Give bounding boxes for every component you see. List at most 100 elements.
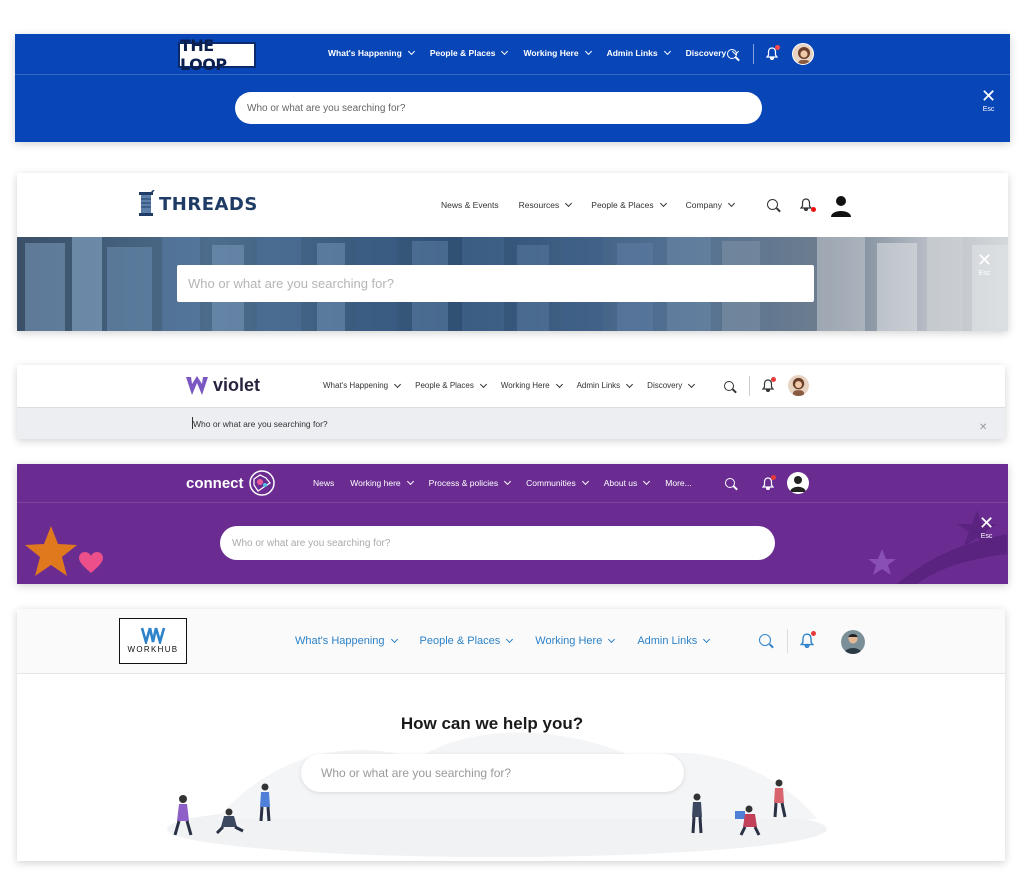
- workhub-nav: What's Happening People & Places Working…: [295, 635, 711, 647]
- chevron-down-icon: [390, 635, 398, 644]
- chevron-down-icon: [584, 47, 592, 56]
- chevron-down-icon: [565, 199, 573, 208]
- nav-item-admin-links[interactable]: Admin Links: [637, 635, 711, 647]
- search-icon[interactable]: [759, 634, 771, 646]
- chevron-down-icon: [479, 380, 487, 388]
- search-icon[interactable]: [725, 478, 735, 488]
- nav-item-working-here[interactable]: Working Here: [523, 47, 592, 58]
- close-icon: ✕: [977, 250, 993, 270]
- nav-item-news-events[interactable]: News & Events: [441, 200, 499, 210]
- close-button[interactable]: ✕ Esc: [981, 87, 996, 113]
- chevron-down-icon: [504, 477, 512, 486]
- nav-item-about-us[interactable]: About us: [604, 477, 651, 488]
- violet-search-bar[interactable]: [191, 414, 971, 434]
- chevron-down-icon: [663, 47, 671, 56]
- connect-logo[interactable]: connect: [186, 469, 276, 497]
- connect-logo-text: connect: [186, 474, 244, 492]
- nav-item-people-places[interactable]: People & Places: [415, 380, 487, 390]
- nav-item-discovery[interactable]: Discovery: [647, 380, 696, 390]
- search-input[interactable]: [220, 526, 752, 560]
- close-button[interactable]: ✕ Esc: [977, 251, 992, 277]
- spool-icon: [139, 190, 155, 216]
- chevron-down-icon: [501, 47, 509, 56]
- threads-logo-text: THREADS: [159, 193, 258, 215]
- chevron-down-icon: [643, 477, 651, 486]
- nav-item-whats-happening[interactable]: What's Happening: [323, 380, 402, 390]
- user-photo-icon: [841, 630, 865, 654]
- violet-logo-icon: [186, 375, 208, 395]
- loop-search-bar[interactable]: [235, 92, 762, 124]
- user-photo-icon: [792, 377, 805, 396]
- threads-nav: News & Events Resources People & Places …: [441, 199, 736, 210]
- nav-item-working-here[interactable]: Working Here: [535, 635, 616, 647]
- nav-item-people-places[interactable]: People & Places: [430, 47, 509, 58]
- notification-dot: [811, 631, 816, 636]
- nav-item-news[interactable]: News: [313, 478, 334, 488]
- search-input[interactable]: [191, 414, 953, 434]
- violet-logo-text: violet: [213, 375, 261, 395]
- search-icon[interactable]: [767, 199, 778, 210]
- nav-item-working-here[interactable]: Working here: [350, 477, 414, 488]
- search-input[interactable]: [235, 92, 737, 124]
- star-decoration-icon: [25, 526, 77, 576]
- nav-item-resources[interactable]: Resources: [519, 199, 573, 210]
- avatar[interactable]: [841, 630, 865, 654]
- chevron-down-icon: [555, 380, 563, 388]
- connect-nav: News Working here Process & policies Com…: [313, 477, 692, 488]
- nav-item-company[interactable]: Company: [686, 199, 736, 210]
- nav-item-people-places[interactable]: People & Places: [420, 635, 514, 647]
- nav-item-working-here[interactable]: Working Here: [501, 380, 563, 390]
- user-silhouette-icon: [788, 473, 808, 493]
- chevron-down-icon: [659, 199, 667, 208]
- notification-dot: [775, 45, 780, 50]
- nav-item-communities[interactable]: Communities: [526, 477, 589, 488]
- violet-logo[interactable]: violet: [186, 375, 260, 396]
- chevron-down-icon: [581, 477, 589, 486]
- text-cursor: [192, 417, 193, 429]
- workhub-logo-icon: [140, 627, 166, 644]
- threads-panel: THREADS News & Events Resources People &…: [17, 173, 1008, 331]
- nav-item-whats-happening[interactable]: What's Happening: [295, 635, 398, 647]
- help-heading: How can we help you?: [400, 714, 584, 733]
- close-icon: ✕: [979, 422, 988, 433]
- divider: [749, 376, 750, 396]
- search-input[interactable]: [301, 754, 671, 792]
- user-silhouette-icon[interactable]: [829, 193, 853, 217]
- nav-item-process-policies[interactable]: Process & policies: [429, 477, 512, 488]
- search-icon[interactable]: [724, 381, 734, 391]
- chevron-down-icon: [688, 380, 696, 388]
- close-icon: ✕: [979, 513, 995, 533]
- avatar[interactable]: [792, 43, 814, 65]
- workhub-panel: WORKHUB What's Happening People & Places…: [17, 609, 1005, 861]
- nav-item-more[interactable]: More...: [665, 478, 691, 488]
- search-input[interactable]: [177, 265, 788, 302]
- chevron-down-icon: [703, 635, 711, 644]
- threads-search-bar[interactable]: [177, 265, 814, 302]
- violet-panel: violet What's Happening People & Places …: [17, 365, 1005, 439]
- threads-logo[interactable]: THREADS: [137, 190, 258, 218]
- nav-item-admin-links[interactable]: Admin Links: [577, 380, 634, 390]
- loop-logo-text: THE LOOP: [180, 36, 227, 74]
- chevron-down-icon: [608, 635, 616, 644]
- search-icon[interactable]: [727, 49, 737, 59]
- notification-dot: [771, 475, 776, 480]
- nav-item-people-places[interactable]: People & Places: [591, 199, 667, 210]
- divider: [787, 629, 788, 653]
- loop-logo[interactable]: THE LOOP: [178, 36, 256, 74]
- workhub-logo[interactable]: WORKHUB: [119, 618, 187, 664]
- connect-search-bar[interactable]: [220, 526, 775, 560]
- loop-nav: What's Happening People & Places Working…: [328, 47, 740, 58]
- avatar[interactable]: [787, 472, 809, 494]
- close-button[interactable]: ✕ Esc: [979, 514, 994, 540]
- close-button[interactable]: ✕: [979, 418, 987, 434]
- connect-globe-icon: [248, 470, 275, 496]
- chevron-down-icon: [394, 380, 402, 388]
- divider: [753, 44, 754, 64]
- nav-item-admin-links[interactable]: Admin Links: [607, 47, 671, 58]
- nav-item-whats-happening[interactable]: What's Happening: [328, 47, 415, 58]
- chevron-down-icon: [728, 199, 736, 208]
- avatar[interactable]: [788, 375, 809, 396]
- heart-decoration-icon: [79, 552, 103, 573]
- violet-nav: What's Happening People & Places Working…: [323, 380, 696, 390]
- workhub-search-bar[interactable]: [301, 754, 684, 792]
